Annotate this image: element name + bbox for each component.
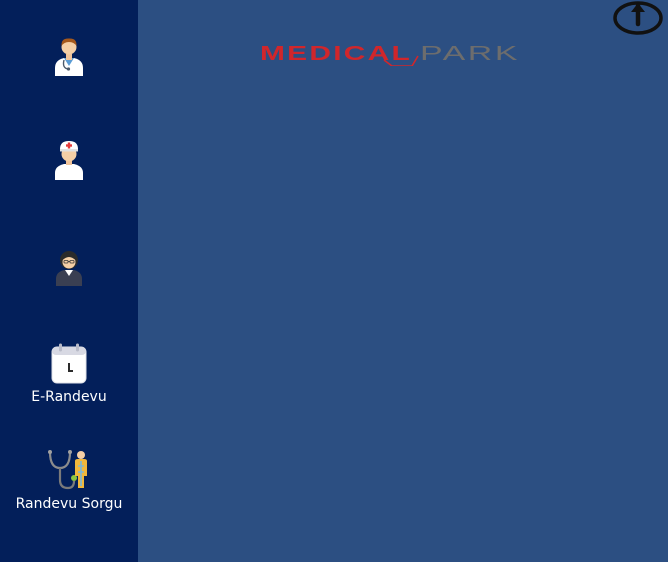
logo-part-park: PARK [420, 43, 520, 65]
male-doctor-icon [55, 38, 83, 76]
sidebar-item-randevu-sorgu[interactable]: Randevu Sorgu [0, 448, 138, 512]
nurse-icon [55, 141, 83, 180]
sidebar-item-e-randevu[interactable]: E-Randevu [0, 343, 138, 405]
sidebar-item-nurse[interactable] [0, 140, 138, 180]
power-icon[interactable] [611, 0, 665, 36]
stethoscope-patient-icon [48, 450, 87, 490]
logo-part-medical: MEDICAL [260, 43, 412, 65]
calendar-clock-icon [51, 343, 87, 384]
sidebar-item-doctor[interactable] [0, 36, 138, 76]
medical-park-logo: MEDICAL PARK [260, 43, 520, 66]
female-staff-icon [56, 251, 82, 286]
main-content: MEDICAL PARK [138, 0, 668, 562]
sidebar-item-staff[interactable] [0, 248, 138, 286]
sidebar-item-label: Randevu Sorgu [15, 496, 123, 512]
sidebar-item-label: E-Randevu [31, 389, 107, 405]
sidebar: E-Randevu Randevu Sorgu [0, 0, 138, 562]
